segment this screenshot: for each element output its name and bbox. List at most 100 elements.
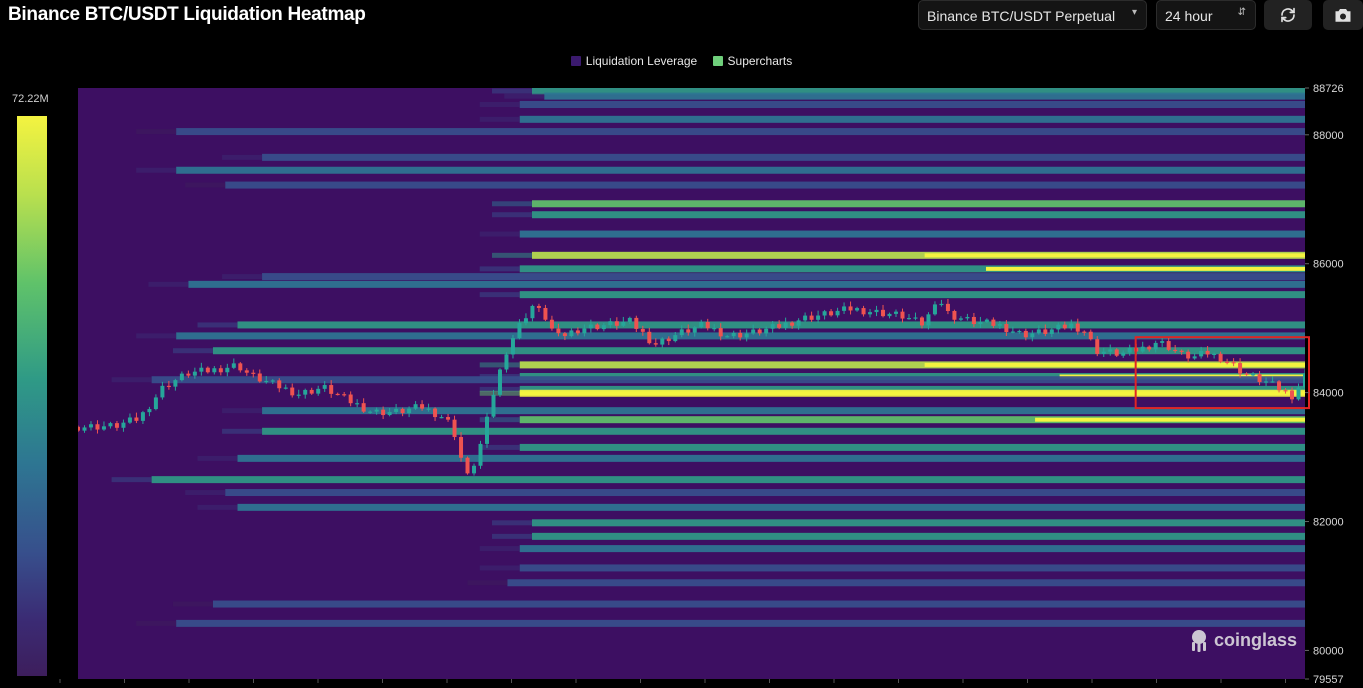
candle-body xyxy=(1186,351,1191,359)
candle-body xyxy=(971,316,976,325)
candle-body xyxy=(387,411,392,416)
candle-body xyxy=(816,315,821,320)
candle-body xyxy=(906,318,911,320)
liquidation-band-fade xyxy=(222,428,263,434)
candle-body xyxy=(1095,339,1100,354)
candle-body xyxy=(1082,331,1087,333)
candle-body xyxy=(829,311,834,316)
candle-body xyxy=(1277,381,1282,391)
candle-body xyxy=(95,424,100,430)
candle-body xyxy=(140,412,145,421)
candle-body xyxy=(958,318,963,320)
candle-body xyxy=(173,380,178,387)
candle-body xyxy=(894,311,898,314)
candle-body xyxy=(309,389,314,394)
liquidation-band-hot xyxy=(519,391,1305,396)
candle-body xyxy=(231,363,236,368)
candle-body xyxy=(504,354,509,370)
candle-body xyxy=(608,321,613,326)
liquidation-band xyxy=(531,211,1305,219)
liquidation-band-fade xyxy=(479,102,520,108)
candle-body xyxy=(991,319,996,326)
liquidation-band xyxy=(151,476,1305,484)
candle-body xyxy=(757,329,762,334)
candle-body xyxy=(478,443,483,466)
candle-body xyxy=(1270,381,1275,383)
candle-body xyxy=(394,408,399,412)
candle-body xyxy=(283,387,288,389)
liquidation-band xyxy=(176,619,1305,627)
liquidation-band-fade xyxy=(479,565,520,571)
y-tick-label: 88000 xyxy=(1313,130,1344,142)
candle-body xyxy=(848,306,853,311)
candle-body xyxy=(88,424,93,428)
liquidation-band-fade xyxy=(136,167,177,173)
candle-body xyxy=(510,338,515,355)
candle-body xyxy=(913,317,918,319)
candle-body xyxy=(127,417,132,423)
candle-body xyxy=(368,411,373,413)
candle-body xyxy=(1010,331,1015,333)
candle-body xyxy=(874,309,879,313)
candle-body xyxy=(433,408,438,418)
candle-body xyxy=(861,308,866,315)
liquidation-band-fade xyxy=(491,520,532,526)
candle-body xyxy=(413,404,418,409)
candle-body xyxy=(738,332,743,338)
candle-body xyxy=(1296,387,1301,400)
candle-body xyxy=(666,338,671,342)
liquidation-band-fade xyxy=(172,348,213,354)
candle-body xyxy=(361,403,366,412)
candle-body xyxy=(627,317,632,322)
candle-body xyxy=(225,367,230,373)
candle-body xyxy=(290,387,295,396)
candle-body xyxy=(199,367,204,372)
candle-body xyxy=(82,427,87,431)
liquidation-band-hot xyxy=(924,362,1305,367)
candle-body xyxy=(978,321,983,325)
candle-body xyxy=(536,305,541,308)
candle-body xyxy=(1075,323,1080,332)
liquidation-band-fade xyxy=(479,362,520,368)
candle-body xyxy=(699,321,704,328)
candle-body xyxy=(1140,346,1145,352)
candle-body xyxy=(439,417,444,419)
candle-body xyxy=(205,367,210,373)
candle-body xyxy=(523,318,528,324)
y-tick-label: 80000 xyxy=(1313,645,1344,657)
candle-body xyxy=(1062,324,1067,329)
liquidation-band-fade xyxy=(479,116,520,122)
liquidation-band-fade xyxy=(491,533,532,539)
heatmap-chart[interactable]: 88726 88000 86000 84000 82000 80000 79557 xyxy=(0,0,1363,688)
liquidation-band-fade xyxy=(197,455,238,461)
y-tick-label: 82000 xyxy=(1313,517,1344,529)
liquidation-band xyxy=(176,166,1305,174)
candle-body xyxy=(329,385,334,394)
candle-body xyxy=(251,372,256,374)
candle-body xyxy=(1088,331,1093,340)
liquidation-band-fade xyxy=(136,129,177,135)
candle-body xyxy=(790,322,795,326)
candle-body xyxy=(426,408,431,410)
candle-body xyxy=(796,320,801,326)
candle-body xyxy=(101,426,106,430)
heatmap-background xyxy=(78,88,1305,679)
liquidation-band-fade xyxy=(491,201,532,207)
candle-body xyxy=(1290,390,1295,400)
candle-body xyxy=(1251,374,1256,376)
candle-body xyxy=(1303,374,1305,388)
candle-body xyxy=(1166,341,1171,350)
y-tick-label: 88726 xyxy=(1313,83,1344,95)
candle-body xyxy=(322,385,327,389)
liquidation-band-fade xyxy=(197,322,238,328)
candle-body xyxy=(614,321,619,326)
liquidation-band-hot xyxy=(924,253,1305,258)
candle-body xyxy=(744,333,749,338)
candle-body xyxy=(1192,356,1197,359)
candle-body xyxy=(153,397,158,410)
liquidation-band xyxy=(531,532,1305,540)
candle-body xyxy=(653,343,658,345)
liquidation-band xyxy=(507,579,1305,587)
candle-body xyxy=(166,385,171,388)
candle-body xyxy=(952,311,957,320)
